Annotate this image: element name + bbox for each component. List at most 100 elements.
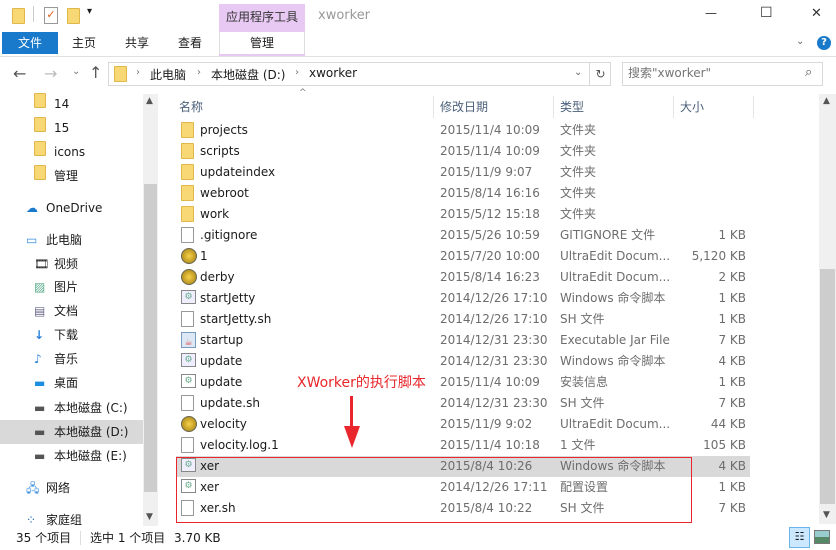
scroll-up-icon[interactable]: ▲ [146,96,153,106]
nav-item-d[interactable]: ▬ 本地磁盘 (D:) [0,420,143,444]
customize-toolbar-icon[interactable]: ▾ [87,6,92,17]
search-box[interactable]: ⌕ [622,62,823,86]
drive-icon: ▬ [34,449,46,463]
nav-item-e[interactable]: ▬ 本地磁盘 (E:) [0,444,143,468]
status-bar: 35 个项目 选中 1 个项目 3.70 KB ☷ [0,527,836,550]
nav-item-[interactable]: ↓ 下载 [0,323,143,347]
breadcrumb-this-pc[interactable]: 此电脑 [150,66,186,83]
column-header-size[interactable]: 大小 [680,96,753,118]
file-row[interactable]: scripts 2015/11/4 10:09 文件夹 [176,141,750,162]
column-header-date[interactable]: 修改日期 [440,96,553,118]
file-row[interactable]: velocity 2015/11/9 9:02 UltraEdit Docum...… [176,414,750,435]
drive-icon: ▬ [34,425,46,439]
file-row[interactable]: derby 2015/8/14 16:23 UltraEdit Docum... 2 … [176,267,750,288]
annotation-arrow-shaft [350,396,353,428]
nav-scrollbar-thumb[interactable] [144,184,157,492]
breadcrumb-xworker[interactable]: xworker [309,66,357,80]
properties-icon[interactable]: ✓ [44,7,58,24]
nav-item-14[interactable]: 14 [0,92,143,116]
address-dropdown-icon[interactable]: ⌄ [574,67,582,78]
computer-icon: ▭ [26,233,38,247]
forward-button[interactable]: → [44,64,57,83]
address-bar[interactable]: › 此电脑 › 本地磁盘 (D:) › xworker ⌄ ↻ [108,62,611,86]
file-name: projects [200,123,248,137]
file-row[interactable]: webroot 2015/8/14 16:16 文件夹 [176,183,750,204]
tab-share[interactable]: 共享 [115,32,159,54]
file-row[interactable]: startJetty.sh 2014/12/26 17:10 SH 文件 1 KB [176,309,750,330]
new-folder-icon[interactable] [67,8,80,24]
nav-item-label: 此电脑 [46,233,83,247]
nav-item-[interactable]: ▤ 文档 [0,299,143,323]
file-row[interactable]: projects 2015/11/4 10:09 文件夹 [176,120,750,141]
column-header-type[interactable]: 类型 [560,96,673,118]
nav-item-[interactable]: ▭ 此电脑 [0,228,143,252]
close-button[interactable]: ✕ [811,6,822,21]
scroll-up-icon[interactable]: ▲ [823,96,830,106]
scroll-down-icon[interactable]: ▼ [146,512,153,522]
file-type: UltraEdit Docum... [560,270,671,284]
nav-item-c[interactable]: ▬ 本地磁盘 (C:) [0,396,143,420]
minimize-button[interactable]: — [705,6,717,20]
nav-item-icons[interactable]: icons [0,140,143,164]
tab-home[interactable]: 主页 [62,32,106,54]
expand-ribbon-icon[interactable]: ⌄ [796,36,804,47]
file-row[interactable]: work 2015/5/12 15:18 文件夹 [176,204,750,225]
nav-item-[interactable]: 管理 [0,164,143,188]
file-name: work [200,207,230,221]
nav-item-[interactable]: ▬ 桌面 [0,371,143,395]
help-icon[interactable]: ? [817,36,831,50]
file-row[interactable]: ☕ startup 2014/12/31 23:30 Executable Jar F… [176,330,750,351]
nav-item-[interactable]: 🎞 视频 [0,252,143,276]
item-count: 35 个项目 [16,531,72,545]
divider [433,96,434,118]
file-list-scrollbar[interactable]: ▲ ▼ [819,94,836,524]
file-row[interactable]: ⚙ update 2015/11/4 10:09 安装信息 1 KB [176,372,750,393]
file-type: UltraEdit Docum... [560,249,671,263]
file-row[interactable]: ⚙ update 2014/12/31 23:30 Windows 命令脚本 4 KB [176,351,750,372]
details-view-button[interactable]: ☷ [789,527,810,548]
nav-item-15[interactable]: 15 [0,116,143,140]
file-row[interactable]: ⚙ startJetty 2014/12/26 17:10 Windows 命令脚本 1… [176,288,750,309]
nav-item-label: 文档 [54,304,79,318]
recent-locations-icon[interactable]: ⌄ [72,66,80,77]
nav-item-label: 音乐 [54,352,79,366]
file-name: startup [200,333,244,347]
nav-item-[interactable]: 🖧 网络 [0,476,143,500]
large-icons-view-button[interactable] [814,530,830,544]
nav-item-[interactable]: ♪ 音乐 [0,347,143,371]
file-row[interactable]: update.sh 2014/12/31 23:30 SH 文件 7 KB [176,393,750,414]
selection-count: 选中 1 个项目 [90,531,166,545]
nav-item-label: 网络 [46,481,71,495]
file-size: 1 KB [718,228,746,242]
file-date: 2015/11/9 9:02 [440,417,533,431]
file-list-scrollbar-thumb[interactable] [820,269,835,504]
file-date: 2015/8/14 16:16 [440,186,540,200]
file-row[interactable]: velocity.log.1 2015/11/4 10:18 1 文件 105 KB [176,435,750,456]
tab-view[interactable]: 查看 [168,32,212,54]
breadcrumb-drive-d[interactable]: 本地磁盘 (D:) [211,66,285,83]
file-row[interactable]: 1 2015/7/20 10:00 UltraEdit Docum... 5,120 … [176,246,750,267]
nav-item-label: OneDrive [46,201,103,215]
nav-scrollbar[interactable]: ▲ ▼ [143,94,158,526]
tab-file[interactable]: 文件 [2,32,58,54]
tab-manage[interactable]: 管理 [219,32,305,54]
nav-item-label: 下载 [54,328,79,342]
file-row[interactable]: .gitignore 2015/5/26 10:59 GITIGNORE 文件 1 K… [176,225,750,246]
back-button[interactable]: ← [13,64,26,83]
nav-item-[interactable]: ▨ 图片 [0,275,143,299]
column-header-name[interactable]: 名称 [179,96,433,118]
file-name: scripts [200,144,240,158]
nav-item-label: 本地磁盘 (E:) [54,449,127,463]
refresh-button[interactable]: ↻ [589,63,611,85]
up-button[interactable]: ↑ [89,63,102,82]
drive-icon: ▬ [34,401,46,415]
search-input[interactable] [628,66,798,80]
file-type: 1 文件 [560,438,596,452]
scroll-down-icon[interactable]: ▼ [823,510,830,520]
file-size: 1 KB [718,480,746,494]
nav-item-onedrive[interactable]: ☁ OneDrive [0,196,143,220]
file-name: startJetty.sh [200,312,272,326]
file-date: 2015/11/4 10:09 [440,123,540,137]
file-row[interactable]: updateindex 2015/11/9 9:07 文件夹 [176,162,750,183]
maximize-button[interactable]: ☐ [760,5,773,21]
